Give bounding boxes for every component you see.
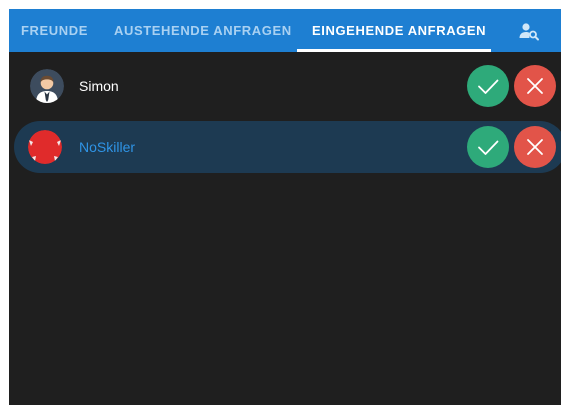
accept-button[interactable] [467,65,509,107]
request-name: NoSkiller [79,139,136,155]
businessman-avatar-icon [30,69,64,103]
request-row-simon[interactable]: Simon [9,60,561,112]
tab-pending-requests[interactable]: AUSTEHENDE ANFRAGEN [114,9,292,52]
red-disc-avatar-icon [28,130,62,164]
decline-button[interactable] [514,65,556,107]
tab-bar: FREUNDE AUSTEHENDE ANFRAGEN EINGEHENDE A… [9,9,561,52]
close-icon [527,78,543,94]
friends-panel: FREUNDE AUSTEHENDE ANFRAGEN EINGEHENDE A… [9,9,561,405]
check-icon [478,140,499,155]
active-tab-indicator [297,49,491,52]
tab-incoming-requests[interactable]: EINGEHENDE ANFRAGEN [312,9,486,52]
check-icon [478,79,499,94]
request-row-noskiller[interactable]: NoSkiller [14,121,561,173]
close-icon [527,139,543,155]
request-name: Simon [79,78,119,94]
decline-button[interactable] [514,126,556,168]
tab-friends[interactable]: FREUNDE [21,9,88,52]
accept-button[interactable] [467,126,509,168]
user-search-icon[interactable] [517,19,541,43]
